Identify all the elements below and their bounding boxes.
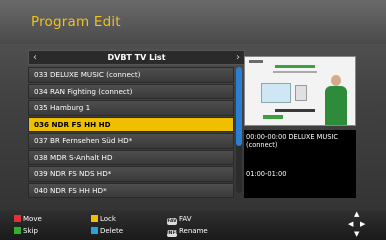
program-edit-screen: Program Edit ‹ DVBT TV List › 033 DELUXE… — [0, 0, 386, 240]
preview-subline — [273, 71, 317, 73]
blue-key-icon — [91, 227, 98, 234]
epg-next: 01:00-01:00 — [246, 170, 287, 178]
fav-key-icon: FAV — [167, 218, 177, 225]
channel-list-panel: ‹ DVBT TV List › 033 DELUXE MUSIC (conne… — [28, 50, 245, 198]
channel-row[interactable]: 035 Hamburg 1 — [28, 100, 234, 116]
preview-tv-image — [261, 83, 291, 103]
list-title: DVBT TV List — [107, 53, 166, 62]
video-preview — [244, 56, 356, 126]
dpad-arrows-icon: ▲ ◀ ▶ ▼ — [348, 210, 366, 238]
yellow-key-icon — [91, 215, 98, 222]
scrollbar-thumb[interactable] — [236, 67, 242, 146]
channel-row[interactable]: 037 BR Fernsehen Süd HD* — [28, 133, 234, 149]
channel-row-selected[interactable]: 036 NDR FS HH HD — [28, 116, 234, 132]
fav-key: FAV FAV — [167, 215, 192, 225]
page-title: Program Edit — [31, 14, 121, 30]
preview-presenter — [323, 75, 349, 125]
lock-label: Lock — [100, 215, 116, 223]
move-label: Move — [23, 215, 42, 223]
rename-label: Rename — [179, 227, 208, 235]
channel-row[interactable]: 034 RAN Fighting (connect) — [28, 83, 234, 99]
skip-label: Skip — [23, 227, 38, 235]
list-scrollbar[interactable] — [236, 67, 242, 193]
info-key-icon: INFO — [167, 230, 180, 237]
channel-row[interactable]: 039 NDR FS NDS HD* — [28, 166, 234, 182]
preview-logo — [249, 60, 263, 63]
channel-row[interactable]: 040 NDR FS HH HD* — [28, 182, 234, 198]
chevron-right-icon[interactable]: › — [236, 51, 240, 64]
red-key-icon — [14, 215, 21, 222]
channel-row[interactable]: 038 MDR S-Anhalt HD — [28, 149, 234, 165]
green-key-icon — [14, 227, 21, 234]
title-bar: Program Edit — [0, 0, 386, 44]
epg-current: 00:00-00:00 DELUXE MUSIC (connect) — [246, 133, 338, 149]
list-header: ‹ DVBT TV List › — [28, 50, 245, 65]
move-key: Move — [14, 215, 42, 223]
lock-key: Lock — [91, 215, 116, 223]
epg-info-panel: 00:00-00:00 DELUXE MUSIC (connect) 01:00… — [244, 130, 356, 198]
channel-row[interactable]: 033 DELUXE MUSIC (connect) — [28, 67, 234, 83]
key-legend: Move Skip Lock Delete FAV FAV INFORename — [0, 210, 386, 240]
delete-key: Delete — [91, 227, 123, 235]
skip-key: Skip — [14, 227, 38, 235]
rename-key: INFORename — [167, 227, 208, 237]
preview-headline — [275, 65, 315, 68]
preview-strip — [275, 109, 315, 112]
delete-label: Delete — [100, 227, 123, 235]
fav-label: FAV — [179, 215, 192, 223]
preview-button — [263, 115, 283, 119]
channel-rows: 033 DELUXE MUSIC (connect) 034 RAN Fight… — [28, 67, 234, 199]
preview-box-image — [295, 85, 307, 101]
